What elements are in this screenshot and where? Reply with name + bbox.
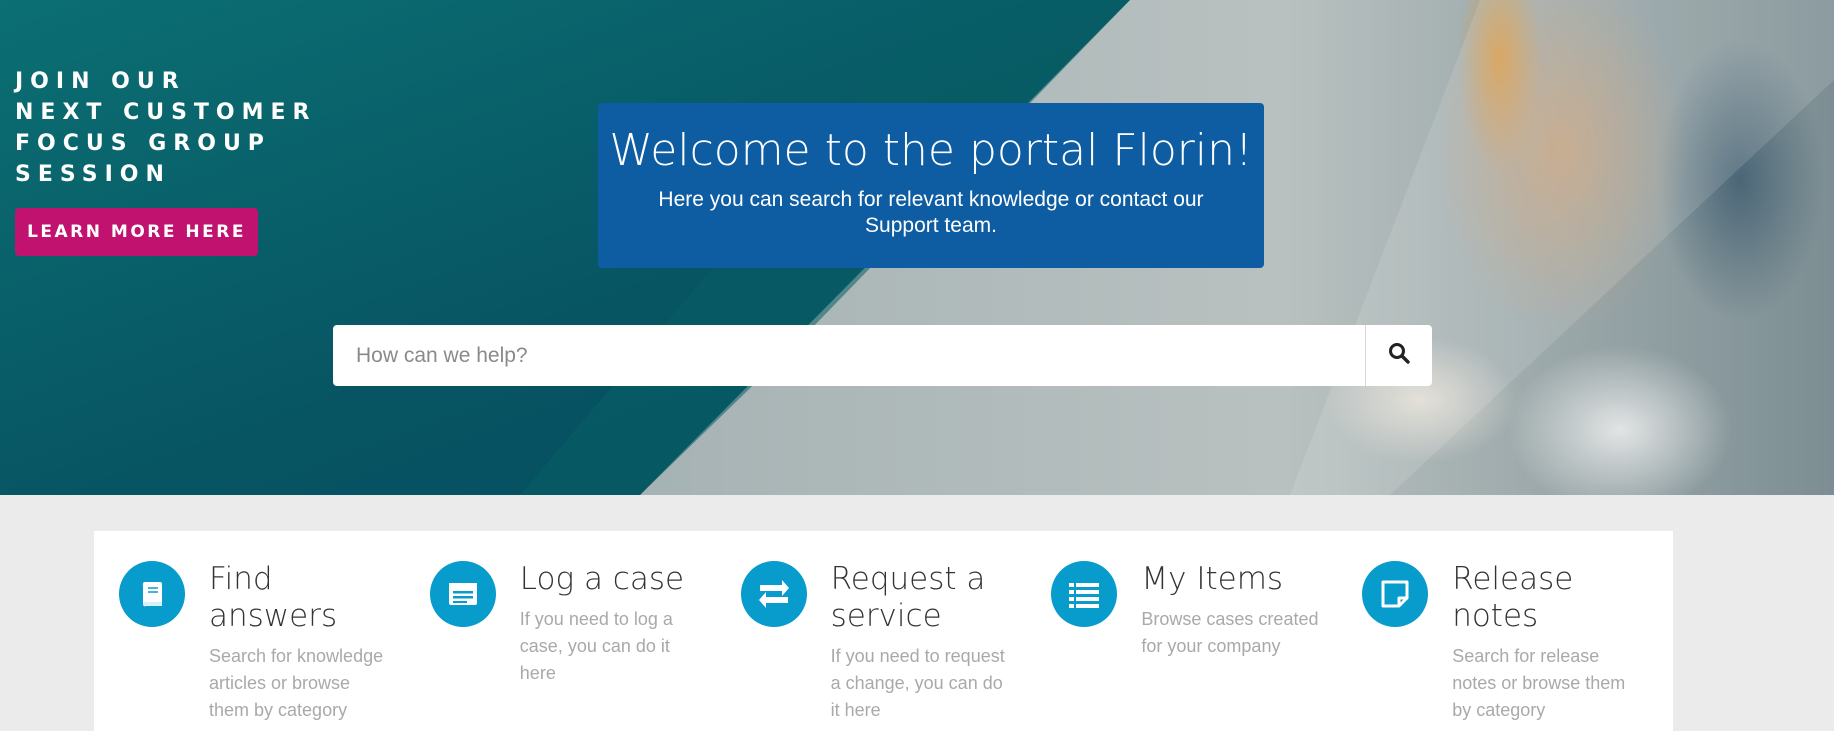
card-description: Browse cases created for your company — [1141, 609, 1319, 656]
card-text: Find answers Search for knowledge articl… — [209, 561, 399, 731]
card-description: Search for knowledge articles or browse … — [209, 646, 384, 720]
search-bar — [333, 325, 1432, 386]
note-icon — [1362, 561, 1429, 627]
card-request-a-service[interactable]: Request a service If you need to request… — [740, 531, 1052, 731]
card-description: Search for release notes or browse them … — [1452, 646, 1626, 720]
promo-line: JOIN OUR — [15, 69, 186, 94]
focus-group-promo: JOIN OUR NEXT CUSTOMER FOCUS GROUP SESSI… — [15, 66, 317, 256]
card-log-a-case[interactable]: Log a case If you need to log a case, yo… — [429, 531, 741, 731]
card-title: Find answers — [209, 561, 338, 634]
card-description: If you need to log a case, you can do it… — [519, 609, 673, 683]
card-find-answers[interactable]: Find answers Search for knowledge articl… — [119, 531, 430, 731]
card-release-notes[interactable]: Release notes Search for release notes o… — [1362, 531, 1673, 731]
welcome-subtitle: Here you can search for relevant knowled… — [658, 188, 1204, 237]
card-text: My Items Browse cases created for your c… — [1141, 561, 1331, 731]
form-icon — [429, 561, 496, 627]
promo-line: FOCUS GROUP — [15, 131, 271, 156]
learn-more-button[interactable]: LEARN MORE HERE — [15, 208, 258, 256]
card-title: Log a case — [519, 561, 685, 597]
hero-banner: JOIN OUR NEXT CUSTOMER FOCUS GROUP SESSI… — [0, 0, 1834, 495]
welcome-box: Welcome to the portal Florin! Here you c… — [598, 103, 1264, 268]
card-text: Release notes Search for release notes o… — [1452, 561, 1642, 731]
search-button[interactable] — [1365, 325, 1432, 386]
promo-line: NEXT CUSTOMER — [15, 100, 317, 125]
search-input[interactable] — [333, 325, 1365, 386]
search-icon — [1388, 342, 1410, 369]
card-title: My Items — [1141, 561, 1284, 597]
exchange-icon — [740, 561, 807, 627]
card-title: Release notes — [1452, 561, 1574, 634]
quick-actions: Find answers Search for knowledge articl… — [94, 531, 1673, 731]
card-text: Request a service If you need to request… — [831, 561, 1021, 731]
promo-line: SESSION — [15, 162, 171, 187]
card-text: Log a case If you need to log a case, yo… — [520, 561, 710, 731]
card-my-items[interactable]: My Items Browse cases created for your c… — [1051, 531, 1362, 731]
card-title: Request a service — [830, 561, 986, 634]
book-icon — [119, 561, 185, 627]
list-icon — [1051, 561, 1118, 627]
welcome-title: Welcome to the portal Florin! — [609, 125, 1253, 176]
card-description: If you need to request a change, you can… — [830, 646, 1005, 720]
